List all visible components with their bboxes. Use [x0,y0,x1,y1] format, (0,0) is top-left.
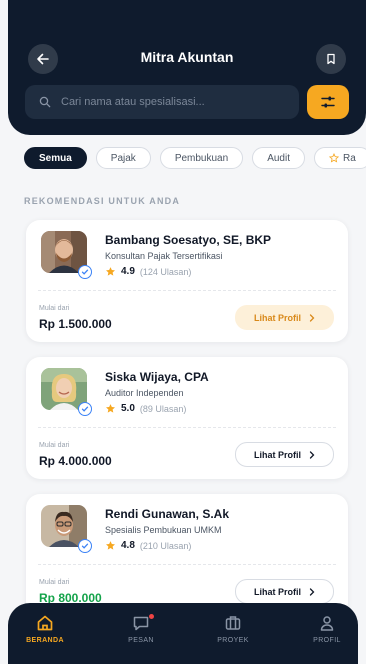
filter-chip-pembukuan[interactable]: Pembukuan [159,147,244,169]
accountant-role: Konsultan Pajak Tersertifikasi [105,251,223,261]
verified-icon [78,265,92,279]
view-profile-button[interactable]: Lihat Profil [235,305,334,330]
nav-item-profil[interactable]: PROFIL [292,614,362,644]
review-count: (89 Ulasan) [139,403,187,414]
price-label: Mulai dari [39,305,70,312]
divider [38,427,336,428]
rating: 5.0 (89 Ulasan) [105,403,186,414]
price-label: Mulai dari [39,579,70,586]
user-icon [320,616,334,631]
nav-label: PROYEK [217,637,249,644]
chevron-right-icon [309,587,315,596]
filter-button[interactable] [307,85,349,119]
price-value: Rp 4.000.000 [39,454,112,468]
rating: 4.8 (210 Ulasan) [105,540,191,551]
star-icon [106,267,115,276]
star-icon [106,404,115,413]
message-icon [133,616,149,631]
accountant-role: Spesialis Pembukuan UMKM [105,525,222,535]
search-input[interactable] [61,96,299,108]
section-title: REKOMENDASI UNTUK ANDA [24,196,181,206]
home-icon [37,615,53,631]
accountant-role: Auditor Independen [105,388,184,398]
bookmark-icon [327,53,335,65]
rating-value: 4.9 [121,266,135,277]
sliders-icon [321,96,335,108]
view-profile-button[interactable]: Lihat Profil [235,579,334,604]
accountant-name: Rendi Gunawan, S.Ak [105,507,230,521]
nav-label: PROFIL [313,637,341,644]
app-header: Mitra Akuntan [8,0,366,135]
price-value: Rp 1.500.000 [39,317,112,331]
divider [38,290,336,291]
rating: 4.9 (124 Ulasan) [105,266,191,277]
verified-icon [78,539,92,553]
nav-label: PESAN [128,637,154,644]
accountant-card[interactable]: Bambang Soesatyo, SE, BKP Konsultan Paja… [26,220,348,342]
accountant-name: Bambang Soesatyo, SE, BKP [105,233,272,247]
bookmark-button[interactable] [316,44,346,74]
rating-value: 4.8 [121,540,135,551]
filter-chip-rating[interactable]: Ra [313,147,366,169]
accountant-name: Siska Wijaya, CPA [105,370,209,384]
rating-value: 5.0 [121,403,135,414]
search-bar[interactable] [25,85,299,119]
search-icon [39,96,51,108]
divider [38,564,336,565]
bottom-nav: BERANDA PESAN PROYEK PROFIL [8,603,358,664]
briefcase-icon [225,616,241,630]
review-count: (124 Ulasan) [139,266,192,277]
nav-item-pesan[interactable]: PESAN [106,614,176,644]
chevron-right-icon [309,313,315,322]
view-profile-button[interactable]: Lihat Profil [235,442,334,467]
nav-item-beranda[interactable]: BERANDA [10,614,80,644]
verified-icon [78,402,92,416]
accountant-card[interactable]: Rendi Gunawan, S.Ak Spesialis Pembukuan … [26,494,348,616]
filter-chip-pajak[interactable]: Pajak [95,147,151,169]
filter-chips: Semua Pajak Pembukuan Audit Ra [24,147,366,169]
review-count: (210 Ulasan) [139,540,192,551]
accountant-card[interactable]: Siska Wijaya, CPA Auditor Independen 5.0… [26,357,348,479]
filter-chip-semua[interactable]: Semua [24,147,87,169]
notification-dot [149,614,154,619]
filter-chip-audit[interactable]: Audit [252,147,305,169]
price-label: Mulai dari [39,442,70,449]
page-title: Mitra Akuntan [140,49,234,65]
star-outline-icon [328,153,339,163]
nav-label: BERANDA [26,637,64,644]
nav-item-proyek[interactable]: PROYEK [198,614,268,644]
star-icon [106,541,115,550]
chevron-right-icon [309,450,315,459]
